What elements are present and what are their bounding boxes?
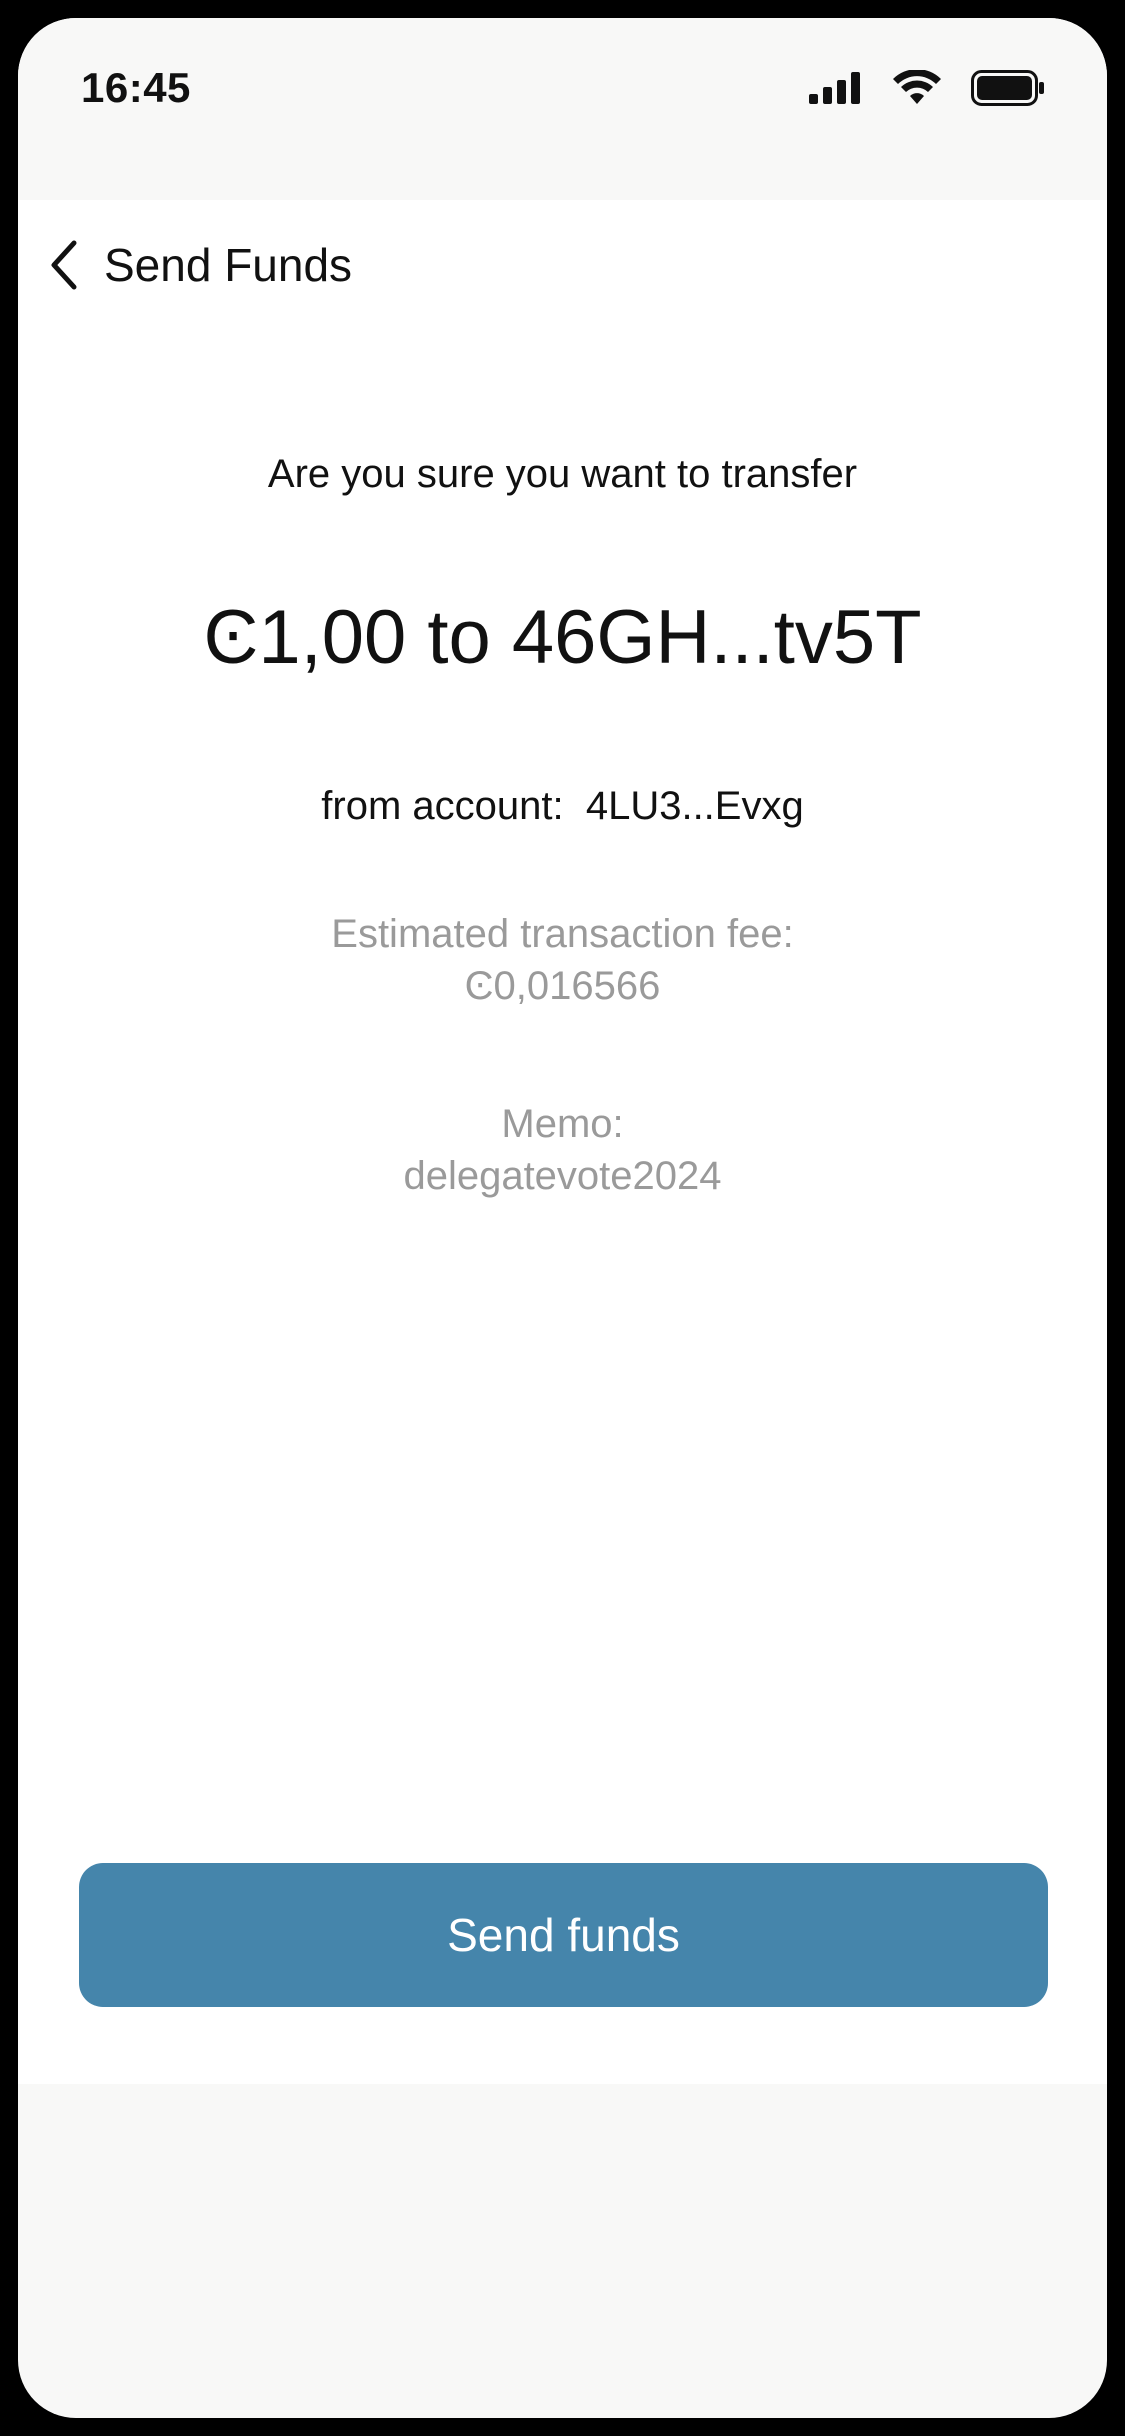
- status-icons: [809, 68, 1045, 108]
- navigation-bar: Send Funds: [18, 200, 1107, 310]
- status-time: 16:45: [81, 64, 191, 111]
- wifi-icon: [893, 70, 941, 104]
- battery-icon: [971, 70, 1044, 106]
- chevron-left-icon: [51, 240, 77, 290]
- fee-label: Estimated transaction fee:: [331, 912, 794, 956]
- main-content: Send Funds Are you sure you want to tran…: [18, 200, 1107, 2084]
- confirmation-prompt: Are you sure you want to transfer: [267, 452, 858, 496]
- page-title: Send Funds: [104, 239, 353, 291]
- fee-value: Ͼ0,016566: [464, 964, 661, 1008]
- status-bar: 16:45: [18, 18, 1107, 200]
- screen: 16:45 Send Funds Are you sure you want t…: [18, 18, 1107, 2418]
- memo-value: delegatevote2024: [403, 1154, 722, 1198]
- back-button[interactable]: Send Funds: [44, 230, 352, 300]
- cellular-signal-icon: [809, 72, 860, 104]
- send-funds-button[interactable]: Send funds: [79, 1863, 1048, 2007]
- memo: Memo: delegatevote2024: [18, 1098, 1107, 1202]
- transfer-amount-recipient: Ͼ1,00 to 46GH...tv5T: [203, 595, 922, 680]
- from-account-label: from account:: [321, 784, 564, 828]
- transaction-fee: Estimated transaction fee: Ͼ0,016566: [18, 908, 1107, 1012]
- from-account-value: 4LU3...Evxg: [585, 784, 804, 828]
- from-account-line: from account: 4LU3...Evxg: [18, 784, 1107, 829]
- memo-label: Memo:: [501, 1102, 624, 1146]
- phone-frame: 16:45 Send Funds Are you sure you want t…: [0, 0, 1125, 2436]
